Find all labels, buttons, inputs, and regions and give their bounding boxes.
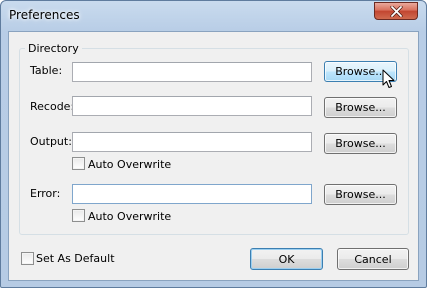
- preferences-window: Preferences Directory Table: Browse... R…: [0, 0, 427, 288]
- table-input[interactable]: [73, 63, 311, 81]
- set-as-default-checkbox[interactable]: [21, 252, 34, 265]
- cancel-button[interactable]: Cancel: [337, 248, 409, 270]
- dialog-body: Directory Table: Browse... Recode: Brows…: [8, 31, 419, 281]
- table-field[interactable]: [72, 62, 312, 82]
- set-as-default-label[interactable]: Set As Default: [36, 252, 115, 265]
- output-input[interactable]: [73, 133, 311, 151]
- table-label: Table:: [30, 64, 63, 77]
- output-auto-overwrite-checkbox[interactable]: [72, 157, 85, 170]
- window-title: Preferences: [9, 8, 80, 22]
- output-browse-button[interactable]: Browse...: [324, 133, 397, 154]
- output-auto-overwrite-label[interactable]: Auto Overwrite: [88, 158, 171, 171]
- recode-label: Recode:: [30, 100, 75, 113]
- close-icon: [390, 6, 403, 17]
- output-label: Output:: [30, 135, 72, 148]
- error-auto-overwrite-label[interactable]: Auto Overwrite: [88, 210, 171, 223]
- error-input[interactable]: [73, 185, 311, 203]
- error-field[interactable]: [72, 184, 312, 204]
- directory-group-title: Directory: [25, 42, 82, 55]
- error-label: Error:: [30, 187, 61, 200]
- recode-field[interactable]: [72, 96, 312, 116]
- ok-button[interactable]: OK: [250, 248, 323, 270]
- recode-browse-button[interactable]: Browse...: [324, 97, 397, 118]
- error-browse-button[interactable]: Browse...: [324, 184, 397, 205]
- recode-input[interactable]: [73, 97, 311, 115]
- output-field[interactable]: [72, 132, 312, 152]
- error-auto-overwrite-checkbox[interactable]: [72, 209, 85, 222]
- mouse-pointer-icon: [382, 69, 395, 88]
- close-button[interactable]: [374, 2, 418, 20]
- title-bar[interactable]: Preferences: [1, 1, 426, 31]
